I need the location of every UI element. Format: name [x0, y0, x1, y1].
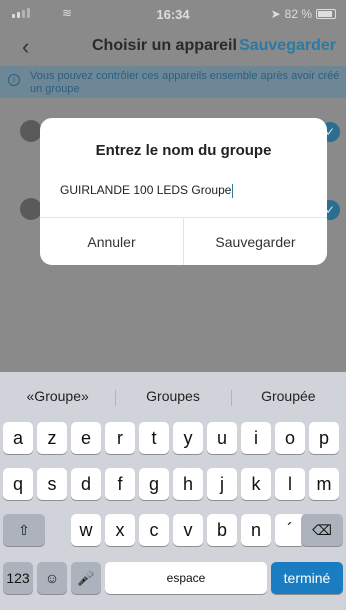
key-d[interactable]: d [71, 468, 101, 500]
key-row-1: a z e r t y u i o p [0, 422, 346, 456]
key-c[interactable]: c [139, 514, 169, 546]
battery-percent: 82 % [284, 7, 312, 21]
key-p[interactable]: p [309, 422, 339, 454]
key-i[interactable]: i [241, 422, 271, 454]
key-x[interactable]: x [105, 514, 135, 546]
shift-icon[interactable]: ⇧ [3, 514, 45, 546]
space-key[interactable]: espace [105, 562, 267, 594]
info-banner: i Vous pouvez contrôler ces appareils en… [0, 66, 346, 98]
status-bar: ≋ 16:34 ➤ 82 % [0, 0, 346, 28]
group-name-value: GUIRLANDE 100 LEDS Groupe [60, 183, 232, 197]
key-h[interactable]: h [173, 468, 203, 500]
battery-icon [316, 9, 336, 19]
key-s[interactable]: s [37, 468, 67, 500]
done-key[interactable]: terminé [271, 562, 343, 594]
nav-bar: ‹ Choisir un appareil Sauvegarder [0, 28, 346, 64]
backspace-icon[interactable]: ⌫ [301, 514, 343, 546]
key-row-4: 123 ☺ 🎤 espace terminé [0, 562, 346, 596]
back-icon[interactable]: ‹ [22, 34, 29, 60]
key-l[interactable]: l [275, 468, 305, 500]
dialog-title: Entrez le nom du groupe [95, 142, 272, 159]
cancel-button[interactable]: Annuler [40, 218, 184, 265]
location-icon: ➤ [270, 7, 281, 21]
key-k[interactable]: k [241, 468, 271, 500]
keyboard: «Groupe» Groupes Groupée a z e r t y u i… [0, 372, 346, 610]
key-u[interactable]: u [207, 422, 237, 454]
key-o[interactable]: o [275, 422, 305, 454]
key-a[interactable]: a [3, 422, 33, 454]
key-q[interactable]: q [3, 468, 33, 500]
key-j[interactable]: j [207, 468, 237, 500]
info-text: Vous pouvez contrôler ces appareils ense… [30, 70, 340, 95]
device-image [20, 120, 42, 142]
numbers-key[interactable]: 123 [3, 562, 33, 594]
key-row-3: ⇧ w x c v b n ´ ⌫ [0, 514, 346, 548]
save-button[interactable]: Sauvegarder [239, 37, 336, 55]
key-t[interactable]: t [139, 422, 169, 454]
suggestion-bar: «Groupe» Groupes Groupée [0, 372, 346, 420]
key-r[interactable]: r [105, 422, 135, 454]
key-f[interactable]: f [105, 468, 135, 500]
key-v[interactable]: v [173, 514, 203, 546]
key-g[interactable]: g [139, 468, 169, 500]
suggestion-item[interactable]: Groupes [115, 388, 230, 406]
page-title: Choisir un appareil [92, 37, 237, 54]
key-e[interactable]: e [71, 422, 101, 454]
key-z[interactable]: z [37, 422, 67, 454]
emoji-icon[interactable]: ☺ [37, 562, 67, 594]
dialog-save-button[interactable]: Sauvegarder [184, 218, 327, 265]
key-n[interactable]: n [241, 514, 271, 546]
suggestion-item[interactable]: «Groupe» [0, 388, 115, 404]
group-name-input[interactable]: GUIRLANDE 100 LEDS Groupe [60, 180, 310, 200]
key-m[interactable]: m [309, 468, 339, 500]
group-name-dialog: Entrez le nom du groupe GUIRLANDE 100 LE… [40, 118, 327, 265]
info-icon: i [8, 74, 20, 86]
suggestion-item[interactable]: Groupée [230, 388, 346, 406]
key-y[interactable]: y [173, 422, 203, 454]
key-w[interactable]: w [71, 514, 101, 546]
device-image [20, 198, 42, 220]
microphone-icon[interactable]: 🎤 [71, 562, 101, 594]
key-row-2: q s d f g h j k l m [0, 468, 346, 502]
key-b[interactable]: b [207, 514, 237, 546]
text-caret [232, 183, 234, 198]
